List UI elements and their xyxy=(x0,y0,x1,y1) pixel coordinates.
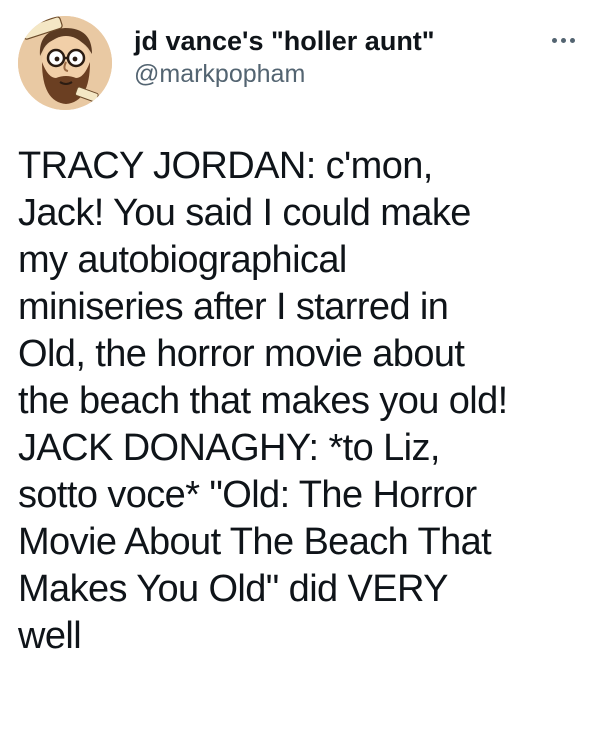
tweet-card: jd vance's "holler aunt" @markpopham TRA… xyxy=(0,0,599,734)
tweet-text: TRACY JORDAN: c'mon, Jack! You said I co… xyxy=(18,145,508,657)
cartoon-bearded-man-avatar-icon xyxy=(18,16,112,110)
author-names: jd vance's "holler aunt" @markpopham xyxy=(134,24,435,90)
more-dot xyxy=(560,37,566,43)
avatar[interactable] xyxy=(18,16,112,110)
more-dot xyxy=(569,37,575,43)
display-name[interactable]: jd vance's "holler aunt" xyxy=(134,24,435,58)
more-options-icon[interactable] xyxy=(543,28,583,52)
tweet-header: jd vance's "holler aunt" @markpopham xyxy=(18,16,583,112)
more-dot xyxy=(551,37,557,43)
user-handle[interactable]: @markpopham xyxy=(134,58,435,90)
